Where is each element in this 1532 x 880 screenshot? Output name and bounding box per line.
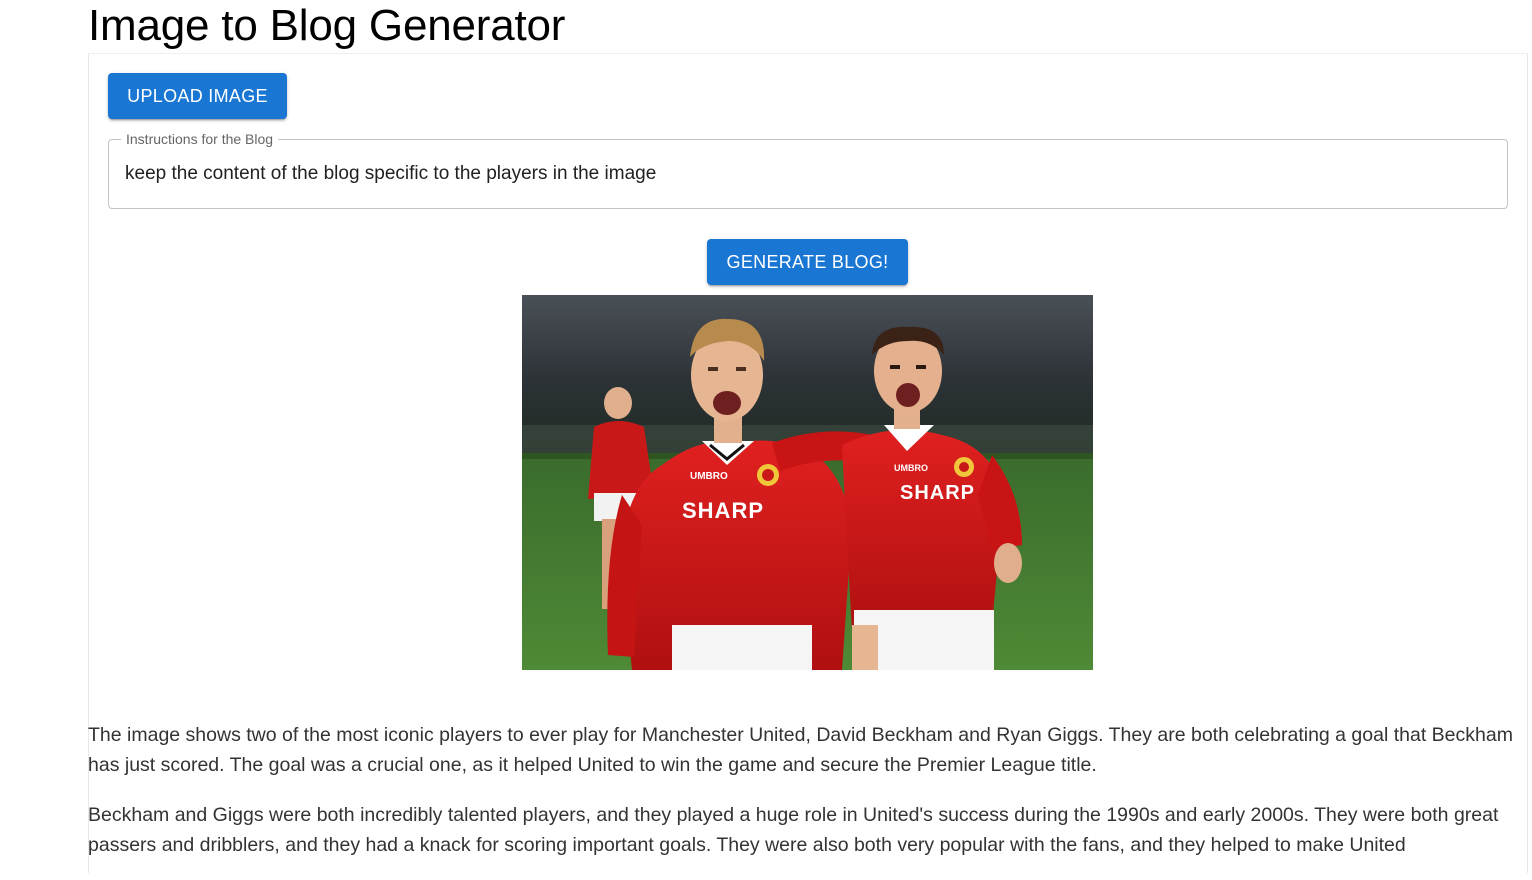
kit-maker-right: UMBRO <box>894 463 928 473</box>
instructions-field-label: Instructions for the Blog <box>121 130 279 148</box>
instructions-field[interactable]: Instructions for the Blog <box>108 130 1508 209</box>
blog-paragraph: Beckham and Giggs were both incredibly t… <box>88 804 1499 856</box>
generated-blog: The image shows two of the most iconic p… <box>88 720 1524 880</box>
blog-paragraph: The image shows two of the most iconic p… <box>88 724 1513 776</box>
kit-maker-left: UMBRO <box>690 471 728 482</box>
upload-image-button[interactable]: Upload Image <box>108 73 287 119</box>
uploaded-image: UMBRO SHARP UMBRO SHARP <box>522 295 1093 670</box>
page-title: Image to Blog Generator <box>88 1 566 50</box>
instructions-input[interactable] <box>125 160 1485 188</box>
sponsor-right: SHARP <box>900 482 975 504</box>
generate-blog-button[interactable]: Generate Blog! <box>707 239 908 285</box>
sponsor-left: SHARP <box>682 498 764 523</box>
